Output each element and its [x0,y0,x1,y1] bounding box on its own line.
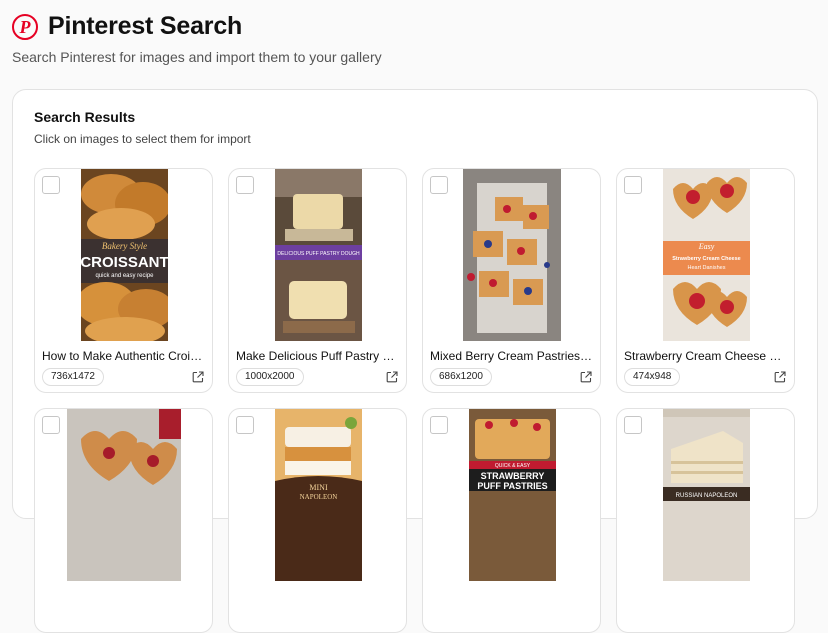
result-card[interactable]: RUSSIAN NAPOLEON [616,408,795,633]
result-title: Make Delicious Puff Pastry Dough [236,349,400,363]
result-title: Mixed Berry Cream Pastries🍓✨ [430,349,594,363]
image-text-line: NAPOLEON [300,493,338,501]
image-text-line: quick and easy recipe [95,273,154,279]
external-link-icon[interactable] [774,371,786,383]
result-card[interactable]: QUICK & EASY STRAWBERRY PUFF PASTRIES [422,408,601,633]
pinterest-logo-icon: P [12,13,38,40]
panel-title: Search Results [34,109,136,125]
external-link-icon[interactable] [386,371,398,383]
image-dimensions-badge: 474x948 [624,368,681,386]
image-text-line: DELICIOUS PUFF PASTRY DOUGH [277,251,360,257]
result-card[interactable]: DELICIOUS PUFF PASTRY DOUGH Make Delicio… [228,168,407,393]
image-dimensions-badge: 736x1472 [42,368,104,386]
image-text-line: Strawberry Cream Cheese [672,256,740,262]
image-text-line: MINI [309,483,328,492]
result-card[interactable]: Bakery Style CROISSANT quick and easy re… [34,168,213,393]
result-card[interactable]: Easy Strawberry Cream Cheese Heart Danis… [616,168,795,393]
logo-letter: P [19,16,31,37]
external-link-icon[interactable] [580,371,592,383]
select-checkbox[interactable] [430,416,448,434]
select-checkbox[interactable] [430,176,448,194]
external-link-icon[interactable] [192,371,204,383]
page-subtitle: Search Pinterest for images and import t… [12,49,382,65]
select-checkbox[interactable] [42,176,60,194]
result-image[interactable]: Bakery Style CROISSANT quick and easy re… [81,169,168,341]
result-card[interactable]: Mixed Berry Cream Pastries🍓✨ 686x1200 [422,168,601,393]
image-text-line: PUFF PASTRIES [477,481,547,491]
image-text-line: Easy [698,242,715,251]
select-checkbox[interactable] [624,176,642,194]
result-image[interactable]: QUICK & EASY STRAWBERRY PUFF PASTRIES [469,409,556,581]
result-image[interactable]: MINI NAPOLEON [275,409,362,581]
image-text-line: Bakery Style [102,241,147,251]
image-text-line: STRAWBERRY [481,471,545,481]
result-title: How to Make Authentic Croissants [42,349,206,363]
select-checkbox[interactable] [624,416,642,434]
result-image[interactable]: RUSSIAN NAPOLEON [663,409,750,581]
image-dimensions-badge: 686x1200 [430,368,492,386]
image-text-line: RUSSIAN NAPOLEON [676,493,738,499]
select-checkbox[interactable] [236,176,254,194]
result-card[interactable]: MINI NAPOLEON [228,408,407,633]
image-dimensions-badge: 1000x2000 [236,368,304,386]
select-checkbox[interactable] [42,416,60,434]
search-results-panel: Search Results Click on images to select… [12,89,818,633]
image-text-line: QUICK & EASY [495,463,531,469]
page-header: P Pinterest Search [12,12,242,41]
page-title: Pinterest Search [48,12,243,40]
result-card[interactable] [34,408,213,633]
image-text-line: Heart Danishes [688,265,726,271]
result-image[interactable] [463,169,561,341]
panel-subtitle: Click on images to select them for impor… [34,132,251,146]
result-title: Strawberry Cream Cheese Heart Danishes [624,349,788,363]
select-checkbox[interactable] [236,416,254,434]
image-text-line: CROISSANT [81,254,168,271]
result-image[interactable] [67,409,181,581]
result-image[interactable]: DELICIOUS PUFF PASTRY DOUGH [275,169,362,341]
result-image[interactable]: Easy Strawberry Cream Cheese Heart Danis… [663,169,750,341]
